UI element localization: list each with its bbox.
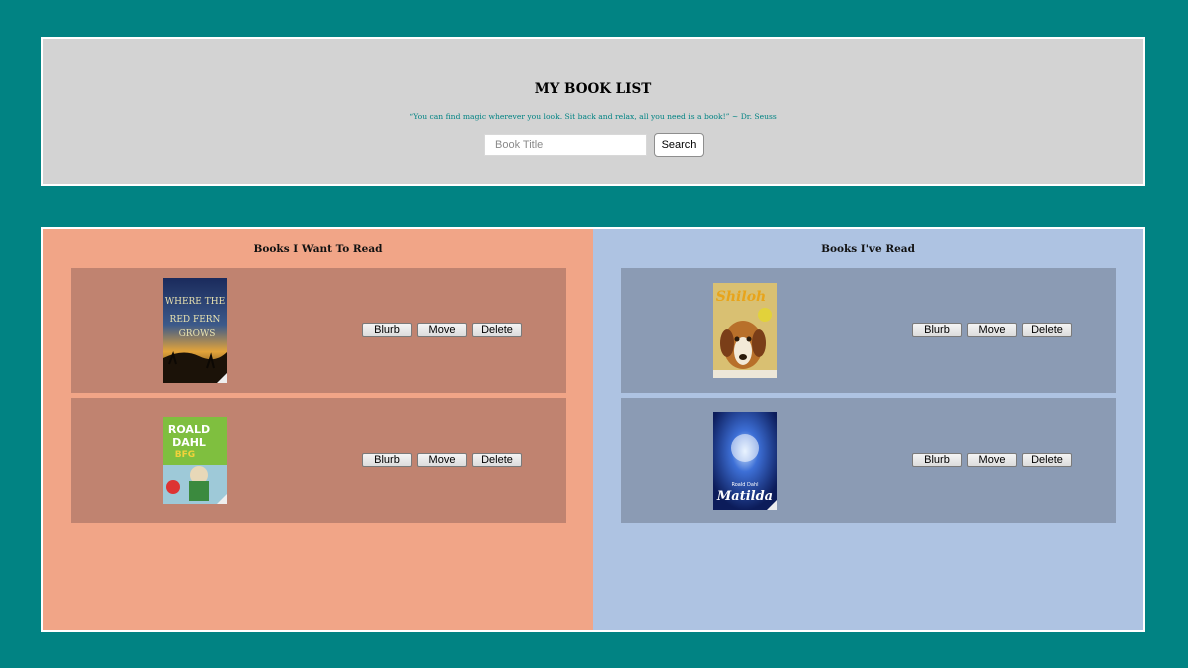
book-card: WHERE THE RED FERN GROWS Blurb Move Dele… xyxy=(71,268,566,393)
page-header: MY BOOK LIST “You can find magic whereve… xyxy=(41,37,1145,186)
have-read-panel: Books I've Read Shiloh Blurb Move Delete… xyxy=(593,229,1143,630)
bfg-cover: ROALD DAHL BFG xyxy=(163,417,227,504)
move-button[interactable]: Move xyxy=(967,453,1017,467)
search-button[interactable]: Search xyxy=(654,133,704,157)
book-actions: Blurb Move Delete xyxy=(912,453,1072,467)
book-cover-image[interactable]: Shiloh xyxy=(713,283,777,378)
delete-button[interactable]: Delete xyxy=(1022,453,1072,467)
want-to-read-panel: Books I Want To Read WHERE THE RED FERN … xyxy=(43,229,593,630)
blurb-button[interactable]: Blurb xyxy=(362,323,412,337)
book-cover-image[interactable]: Roald Dahl Matilda xyxy=(713,412,777,510)
svg-text:BFG: BFG xyxy=(175,450,195,460)
book-title-search-input[interactable] xyxy=(484,134,647,156)
svg-text:ROALD: ROALD xyxy=(168,423,210,436)
blurb-button[interactable]: Blurb xyxy=(912,453,962,467)
header-quote: “You can find magic wherever you look. S… xyxy=(409,112,777,121)
svg-text:WHERE THE: WHERE THE xyxy=(165,297,225,307)
matilda-cover: Roald Dahl Matilda xyxy=(713,412,777,510)
svg-text:DAHL: DAHL xyxy=(172,436,206,449)
red-fern-cover: WHERE THE RED FERN GROWS xyxy=(163,278,227,383)
blurb-button[interactable]: Blurb xyxy=(912,323,962,337)
svg-text:Matilda: Matilda xyxy=(716,489,773,504)
delete-button[interactable]: Delete xyxy=(472,453,522,467)
book-card: ROALD DAHL BFG Blurb Move Delete xyxy=(71,398,566,523)
move-button[interactable]: Move xyxy=(417,453,467,467)
have-read-title: Books I've Read xyxy=(821,243,915,255)
book-actions: Blurb Move Delete xyxy=(912,323,1072,337)
book-cover-image[interactable]: WHERE THE RED FERN GROWS xyxy=(163,278,227,383)
book-lists: Books I Want To Read WHERE THE RED FERN … xyxy=(41,227,1145,632)
book-actions: Blurb Move Delete xyxy=(362,453,522,467)
delete-button[interactable]: Delete xyxy=(472,323,522,337)
delete-button[interactable]: Delete xyxy=(1022,323,1072,337)
move-button[interactable]: Move xyxy=(967,323,1017,337)
svg-text:RED FERN: RED FERN xyxy=(170,315,221,325)
shiloh-cover: Shiloh xyxy=(713,283,777,378)
book-card: Shiloh Blurb Move Delete xyxy=(621,268,1116,393)
book-actions: Blurb Move Delete xyxy=(362,323,522,337)
blurb-button[interactable]: Blurb xyxy=(362,453,412,467)
search-bar: Search xyxy=(43,133,1143,157)
book-cover-image[interactable]: ROALD DAHL BFG xyxy=(163,417,227,504)
svg-text:GROWS: GROWS xyxy=(179,329,216,339)
move-button[interactable]: Move xyxy=(417,323,467,337)
svg-text:Roald Dahl: Roald Dahl xyxy=(732,482,759,488)
svg-text:Shiloh: Shiloh xyxy=(716,289,766,305)
want-to-read-title: Books I Want To Read xyxy=(253,243,383,255)
book-card: Roald Dahl Matilda Blurb Move Delete xyxy=(621,398,1116,523)
page-title: MY BOOK LIST xyxy=(534,81,652,97)
